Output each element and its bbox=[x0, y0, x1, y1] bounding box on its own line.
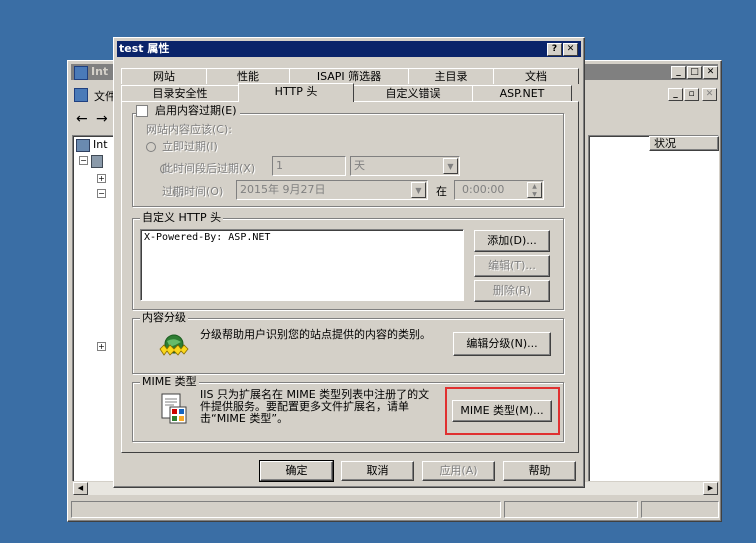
tree-server-icon bbox=[91, 155, 103, 168]
scroll-right-button[interactable]: ▶ bbox=[703, 482, 718, 495]
tab-website[interactable]: 网站 bbox=[121, 68, 207, 84]
expire-after-value: 1 bbox=[276, 159, 283, 172]
delete-header-button[interactable]: 删除(R) bbox=[474, 280, 550, 302]
tree-collapse-icon[interactable]: − bbox=[97, 189, 106, 198]
tab-documents[interactable]: 文档 bbox=[493, 68, 579, 84]
tab-label: 自定义错误 bbox=[385, 87, 441, 100]
edit-ratings-button[interactable]: 编辑分级(N)... bbox=[453, 332, 551, 356]
radio-expire-on-label: 过期时间(O) bbox=[162, 185, 224, 198]
mdi-close-button[interactable]: ✕ bbox=[702, 88, 717, 101]
tab-label: 主目录 bbox=[434, 70, 468, 83]
expire-after-unit: 天 bbox=[354, 159, 365, 172]
expire-after-unit-select[interactable]: 天 ▼ bbox=[350, 156, 460, 176]
expire-on-date-picker[interactable]: 2015年 9月27日 ▼ bbox=[236, 180, 428, 200]
tab-label: 文档 bbox=[525, 70, 547, 83]
tab-isapi-filters[interactable]: ISAPI 筛选器 bbox=[289, 68, 409, 84]
tab-http-headers[interactable]: HTTP 头 bbox=[238, 83, 354, 102]
maximize-button[interactable]: □ bbox=[687, 66, 702, 79]
tab-performance[interactable]: 性能 bbox=[206, 68, 290, 84]
column-header-label: 状况 bbox=[654, 137, 676, 150]
rating-description: 分级帮助用户识别您的站点提供的内容的类别。 bbox=[200, 328, 431, 341]
enable-expiration-label: 启用内容过期(E) bbox=[155, 104, 237, 117]
at-label: 在 bbox=[436, 185, 447, 198]
tab-custom-errors[interactable]: 自定义错误 bbox=[353, 85, 473, 101]
content-expiration-legend[interactable]: 启用内容过期(E) bbox=[136, 104, 240, 117]
scroll-left-button[interactable]: ◀ bbox=[73, 482, 88, 495]
edit-header-button[interactable]: 编辑(T)... bbox=[474, 255, 550, 277]
expire-after-value-input[interactable]: 1 bbox=[272, 156, 346, 176]
expire-on-date: 2015年 9月27日 bbox=[240, 183, 326, 196]
mime-types-button[interactable]: MIME 类型(M)... bbox=[452, 400, 552, 422]
dialog-title: test 属性 bbox=[119, 42, 170, 55]
content-rating-legend: 内容分级 bbox=[140, 311, 188, 324]
tab-directory-security[interactable]: 目录安全性 bbox=[121, 85, 239, 101]
help-button[interactable]: ? bbox=[547, 43, 562, 56]
custom-headers-legend: 自定义 HTTP 头 bbox=[140, 211, 224, 224]
status-bar-panel bbox=[641, 501, 719, 518]
status-bar-panel bbox=[71, 501, 501, 518]
status-bar-panel bbox=[504, 501, 638, 518]
iis-app-icon bbox=[74, 66, 88, 80]
tab-label: ASP.NET bbox=[499, 87, 545, 100]
mdi-restore-button[interactable]: ▫ bbox=[684, 88, 699, 101]
tab-label: ISAPI 筛选器 bbox=[316, 70, 382, 83]
tree-root-icon bbox=[76, 139, 90, 152]
tab-home-directory[interactable]: 主目录 bbox=[408, 68, 494, 84]
list-pane: 状况 bbox=[588, 135, 719, 485]
chevron-down-icon[interactable]: ▼ bbox=[443, 158, 458, 174]
iis-window-title: Int bbox=[91, 65, 109, 78]
enable-expiration-checkbox[interactable] bbox=[136, 105, 148, 117]
tree-expand-icon[interactable]: + bbox=[97, 174, 106, 183]
expire-heading: 网站内容应该(C): bbox=[146, 123, 232, 136]
back-arrow-icon[interactable]: ← bbox=[76, 111, 88, 127]
tree-collapse-icon[interactable]: − bbox=[79, 156, 88, 165]
radio-expire-immediately-label: 立即过期(I) bbox=[162, 140, 218, 153]
mime-document-icon bbox=[161, 393, 187, 424]
tab-label: 网站 bbox=[153, 70, 175, 83]
custom-headers-list[interactable]: X-Powered-By: ASP.NET bbox=[140, 229, 464, 301]
mime-types-legend: MIME 类型 bbox=[140, 375, 199, 388]
menu-icon bbox=[74, 88, 88, 102]
help-footer-button[interactable]: 帮助 bbox=[503, 461, 576, 481]
tab-label: 性能 bbox=[237, 70, 259, 83]
mime-description: IIS 只为扩展名在 MIME 类型列表中注册了的文件提供服务。要配置更多文件扩… bbox=[200, 388, 430, 425]
add-header-button[interactable]: 添加(D)... bbox=[474, 230, 550, 252]
radio-expire-after-label: 此时间段后过期(X) bbox=[162, 162, 256, 175]
tab-aspnet[interactable]: ASP.NET bbox=[472, 85, 572, 101]
tab-label: 目录安全性 bbox=[152, 87, 208, 100]
chevron-down-icon[interactable]: ▼ bbox=[411, 182, 426, 198]
expire-on-time-spinner[interactable]: 0:00:00 ▲ ▼ bbox=[454, 180, 544, 200]
tree-expand-icon[interactable]: + bbox=[97, 342, 106, 351]
spinner-arrows-icon[interactable]: ▲ ▼ bbox=[527, 182, 542, 198]
minimize-button[interactable]: _ bbox=[671, 66, 686, 79]
close-button[interactable]: ✕ bbox=[703, 66, 718, 79]
rating-globe-icon bbox=[159, 334, 189, 356]
tree-root-label[interactable]: Int bbox=[93, 138, 108, 151]
apply-button[interactable]: 应用(A) bbox=[422, 461, 495, 481]
forward-arrow-icon[interactable]: → bbox=[96, 111, 108, 127]
cancel-button[interactable]: 取消 bbox=[341, 461, 414, 481]
expire-on-time: 0:00:00 bbox=[462, 183, 505, 196]
radio-expire-immediately[interactable] bbox=[146, 142, 156, 152]
dialog-close-button[interactable]: ✕ bbox=[563, 43, 578, 56]
properties-dialog: test 属性 ? ✕ 网站 性能 ISAPI 筛选器 主目录 文档 目录安全性… bbox=[113, 37, 585, 488]
tab-panel: 启用内容过期(E) 网站内容应该(C): 立即过期(I) 此时间段后过期(X) … bbox=[121, 101, 579, 453]
dialog-titlebar[interactable]: test 属性 bbox=[117, 41, 581, 57]
tab-label: HTTP 头 bbox=[274, 85, 318, 98]
ok-button[interactable]: 确定 bbox=[259, 460, 334, 482]
mdi-minimize-button[interactable]: _ bbox=[668, 88, 683, 101]
list-item[interactable]: X-Powered-By: ASP.NET bbox=[144, 232, 460, 243]
tree-pane: Int − + − + bbox=[72, 135, 118, 485]
column-header-status[interactable]: 状况 bbox=[649, 136, 719, 151]
